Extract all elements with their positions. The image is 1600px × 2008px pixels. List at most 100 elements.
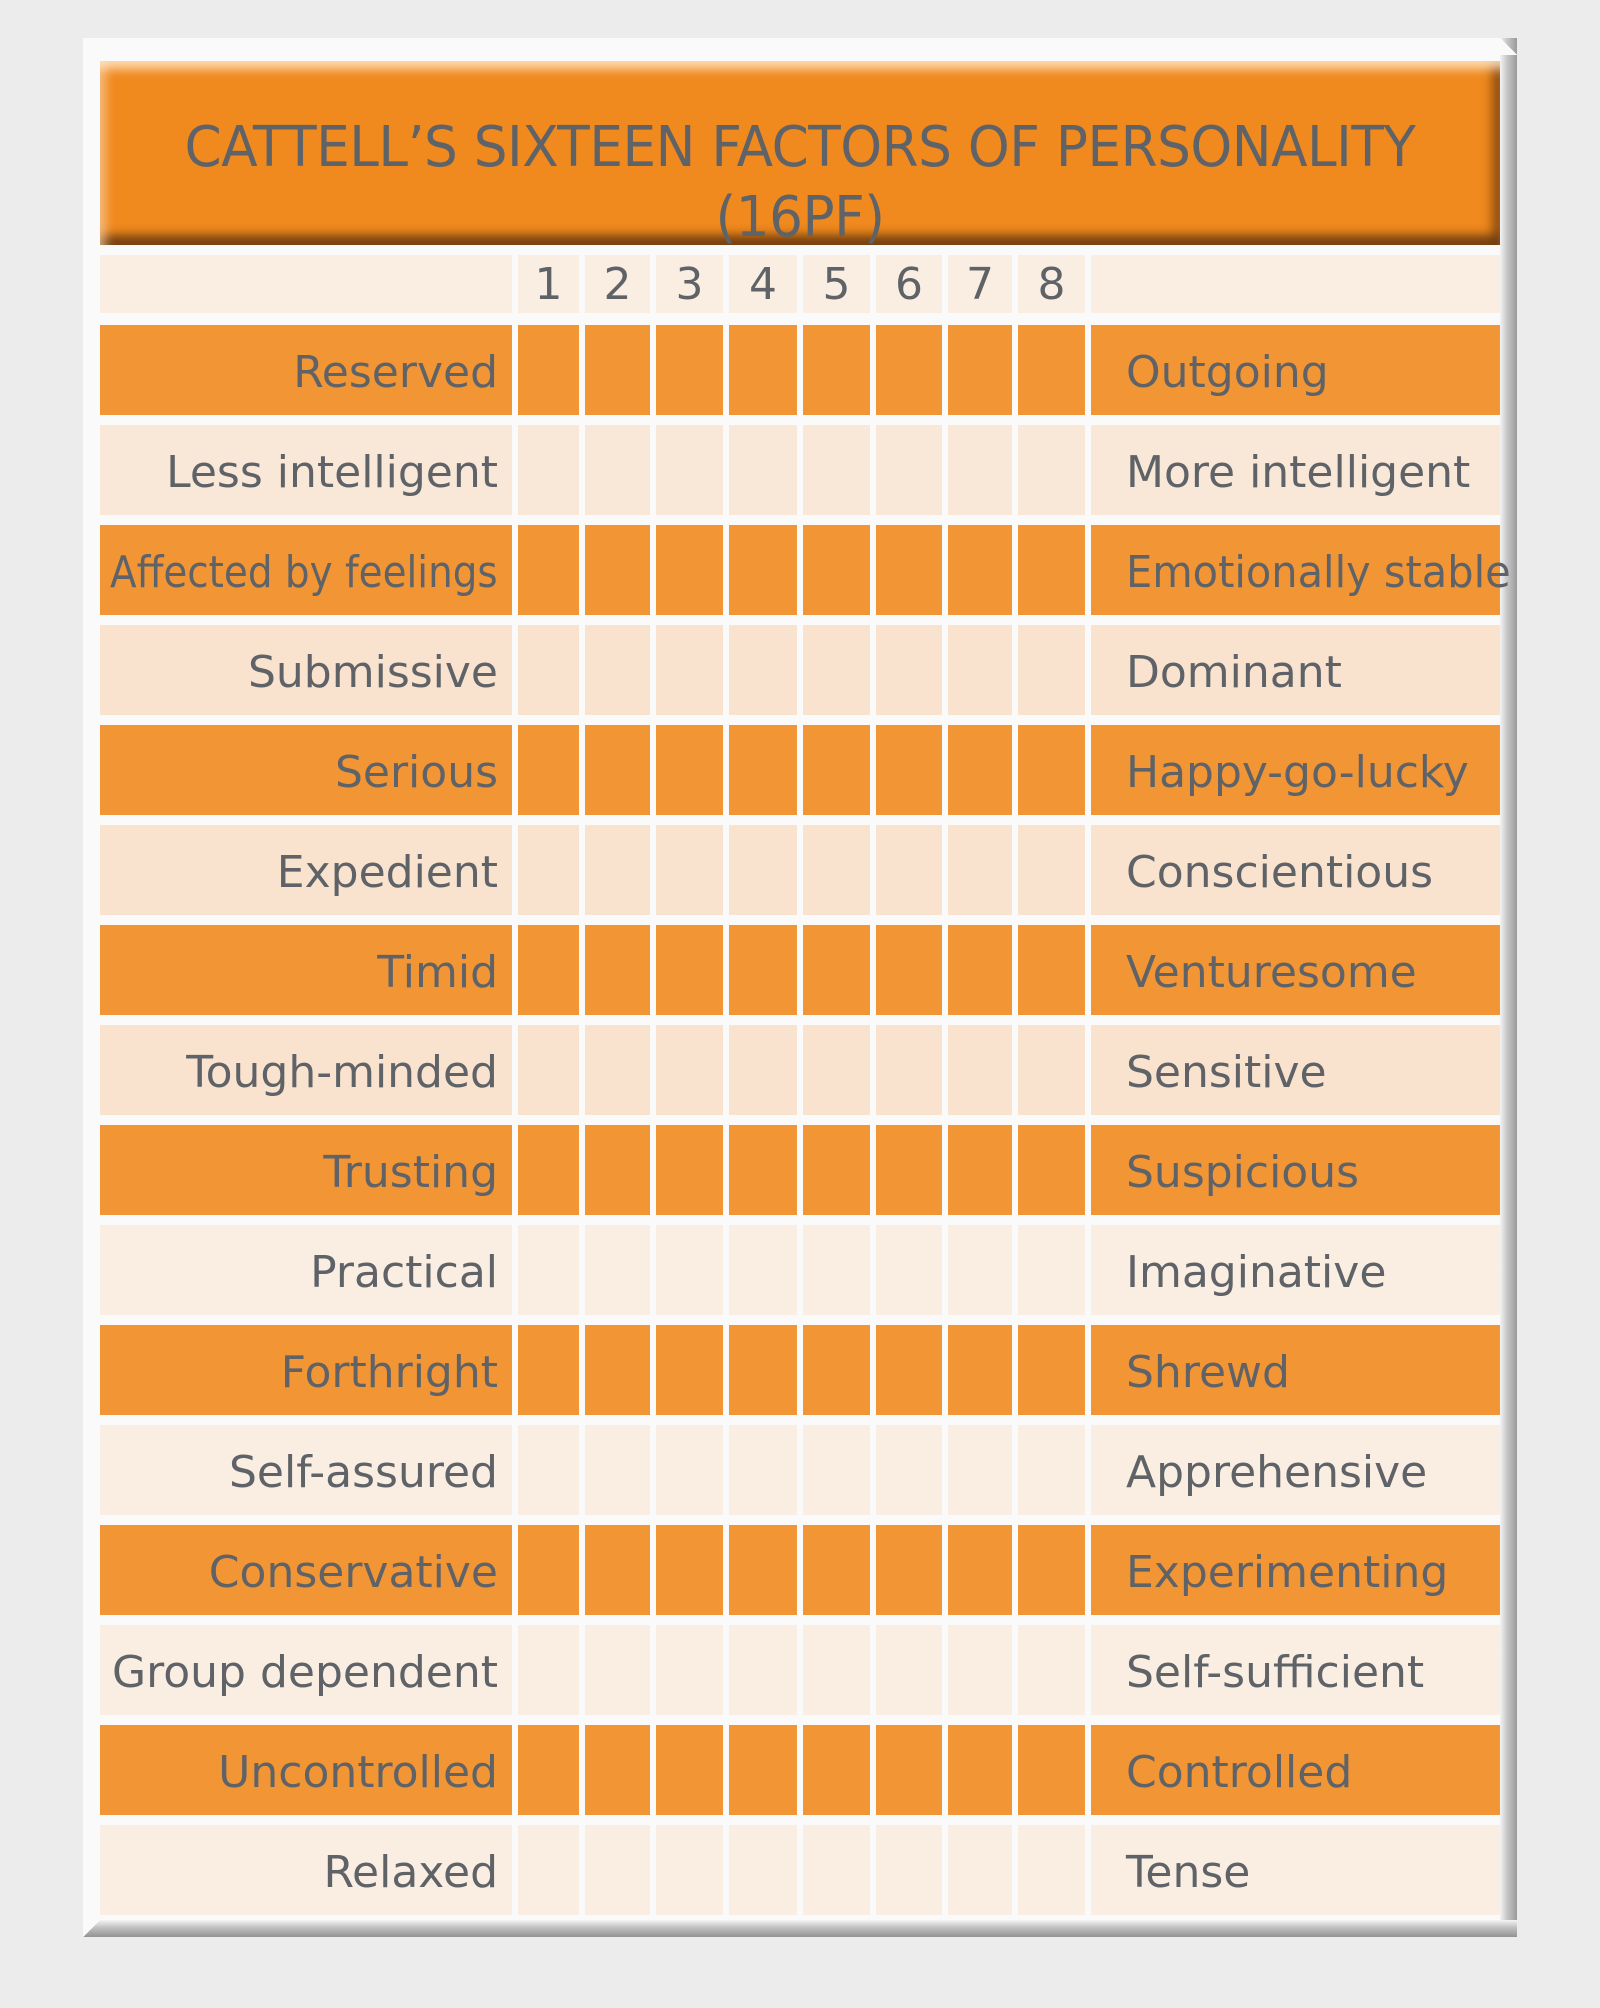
rating-cell-4[interactable] xyxy=(729,1425,797,1515)
rating-cell-1[interactable] xyxy=(518,525,579,615)
rating-cell-7[interactable] xyxy=(948,1525,1012,1615)
rating-cell-5[interactable] xyxy=(803,525,870,615)
rating-cell-4[interactable] xyxy=(729,1625,797,1715)
rating-cell-8[interactable] xyxy=(1018,1625,1085,1715)
rating-cell-1[interactable] xyxy=(518,625,579,715)
rating-cell-5[interactable] xyxy=(803,1425,870,1515)
rating-cell-4[interactable] xyxy=(729,1825,797,1915)
rating-cell-6[interactable] xyxy=(876,1825,942,1915)
rating-cell-7[interactable] xyxy=(948,1625,1012,1715)
rating-cell-5[interactable] xyxy=(803,1025,870,1115)
rating-cell-5[interactable] xyxy=(803,1225,870,1315)
rating-cell-4[interactable] xyxy=(729,325,797,415)
rating-cell-7[interactable] xyxy=(948,1225,1012,1315)
rating-cell-2[interactable] xyxy=(585,925,650,1015)
rating-cell-2[interactable] xyxy=(585,625,650,715)
rating-cell-1[interactable] xyxy=(518,1425,579,1515)
rating-cell-3[interactable] xyxy=(656,1525,723,1615)
rating-cell-1[interactable] xyxy=(518,725,579,815)
rating-cell-8[interactable] xyxy=(1018,1225,1085,1315)
rating-cell-7[interactable] xyxy=(948,325,1012,415)
rating-cell-4[interactable] xyxy=(729,625,797,715)
rating-cell-8[interactable] xyxy=(1018,1025,1085,1115)
rating-cell-2[interactable] xyxy=(585,825,650,915)
rating-cell-7[interactable] xyxy=(948,725,1012,815)
rating-cell-1[interactable] xyxy=(518,1225,579,1315)
rating-cell-2[interactable] xyxy=(585,325,650,415)
rating-cell-7[interactable] xyxy=(948,1425,1012,1515)
rating-cell-5[interactable] xyxy=(803,1725,870,1815)
rating-cell-7[interactable] xyxy=(948,1725,1012,1815)
rating-cell-3[interactable] xyxy=(656,1825,723,1915)
rating-cell-6[interactable] xyxy=(876,1125,942,1215)
rating-cell-1[interactable] xyxy=(518,1525,579,1615)
rating-cell-7[interactable] xyxy=(948,1325,1012,1415)
rating-cell-7[interactable] xyxy=(948,425,1012,515)
rating-cell-1[interactable] xyxy=(518,1325,579,1415)
rating-cell-7[interactable] xyxy=(948,1825,1012,1915)
rating-cell-7[interactable] xyxy=(948,825,1012,915)
rating-cell-4[interactable] xyxy=(729,425,797,515)
rating-cell-1[interactable] xyxy=(518,925,579,1015)
rating-cell-8[interactable] xyxy=(1018,1725,1085,1815)
rating-cell-2[interactable] xyxy=(585,725,650,815)
rating-cell-3[interactable] xyxy=(656,425,723,515)
rating-cell-7[interactable] xyxy=(948,625,1012,715)
rating-cell-5[interactable] xyxy=(803,1625,870,1715)
rating-cell-3[interactable] xyxy=(656,1325,723,1415)
rating-cell-1[interactable] xyxy=(518,1825,579,1915)
rating-cell-4[interactable] xyxy=(729,1525,797,1615)
rating-cell-4[interactable] xyxy=(729,525,797,615)
rating-cell-6[interactable] xyxy=(876,925,942,1015)
rating-cell-6[interactable] xyxy=(876,1025,942,1115)
rating-cell-8[interactable] xyxy=(1018,825,1085,915)
rating-cell-8[interactable] xyxy=(1018,525,1085,615)
rating-cell-7[interactable] xyxy=(948,925,1012,1015)
rating-cell-1[interactable] xyxy=(518,825,579,915)
rating-cell-6[interactable] xyxy=(876,325,942,415)
rating-cell-2[interactable] xyxy=(585,1825,650,1915)
rating-cell-5[interactable] xyxy=(803,1325,870,1415)
rating-cell-3[interactable] xyxy=(656,925,723,1015)
rating-cell-2[interactable] xyxy=(585,1225,650,1315)
rating-cell-6[interactable] xyxy=(876,725,942,815)
rating-cell-8[interactable] xyxy=(1018,925,1085,1015)
rating-cell-4[interactable] xyxy=(729,825,797,915)
rating-cell-1[interactable] xyxy=(518,1025,579,1115)
rating-cell-6[interactable] xyxy=(876,425,942,515)
rating-cell-4[interactable] xyxy=(729,1125,797,1215)
rating-cell-4[interactable] xyxy=(729,1225,797,1315)
rating-cell-3[interactable] xyxy=(656,1625,723,1715)
rating-cell-3[interactable] xyxy=(656,525,723,615)
rating-cell-5[interactable] xyxy=(803,625,870,715)
rating-cell-6[interactable] xyxy=(876,1425,942,1515)
rating-cell-7[interactable] xyxy=(948,1125,1012,1215)
rating-cell-3[interactable] xyxy=(656,1025,723,1115)
rating-cell-1[interactable] xyxy=(518,325,579,415)
rating-cell-5[interactable] xyxy=(803,925,870,1015)
rating-cell-2[interactable] xyxy=(585,1725,650,1815)
rating-cell-1[interactable] xyxy=(518,1725,579,1815)
rating-cell-6[interactable] xyxy=(876,825,942,915)
rating-cell-7[interactable] xyxy=(948,525,1012,615)
rating-cell-2[interactable] xyxy=(585,1125,650,1215)
rating-cell-4[interactable] xyxy=(729,725,797,815)
rating-cell-3[interactable] xyxy=(656,1425,723,1515)
rating-cell-8[interactable] xyxy=(1018,625,1085,715)
rating-cell-5[interactable] xyxy=(803,725,870,815)
rating-cell-2[interactable] xyxy=(585,425,650,515)
rating-cell-3[interactable] xyxy=(656,625,723,715)
rating-cell-6[interactable] xyxy=(876,1525,942,1615)
rating-cell-3[interactable] xyxy=(656,1225,723,1315)
rating-cell-5[interactable] xyxy=(803,425,870,515)
rating-cell-1[interactable] xyxy=(518,1625,579,1715)
rating-cell-8[interactable] xyxy=(1018,1525,1085,1615)
rating-cell-6[interactable] xyxy=(876,1725,942,1815)
rating-cell-8[interactable] xyxy=(1018,325,1085,415)
rating-cell-5[interactable] xyxy=(803,325,870,415)
rating-cell-3[interactable] xyxy=(656,1125,723,1215)
rating-cell-1[interactable] xyxy=(518,425,579,515)
rating-cell-2[interactable] xyxy=(585,1425,650,1515)
rating-cell-6[interactable] xyxy=(876,525,942,615)
rating-cell-1[interactable] xyxy=(518,1125,579,1215)
